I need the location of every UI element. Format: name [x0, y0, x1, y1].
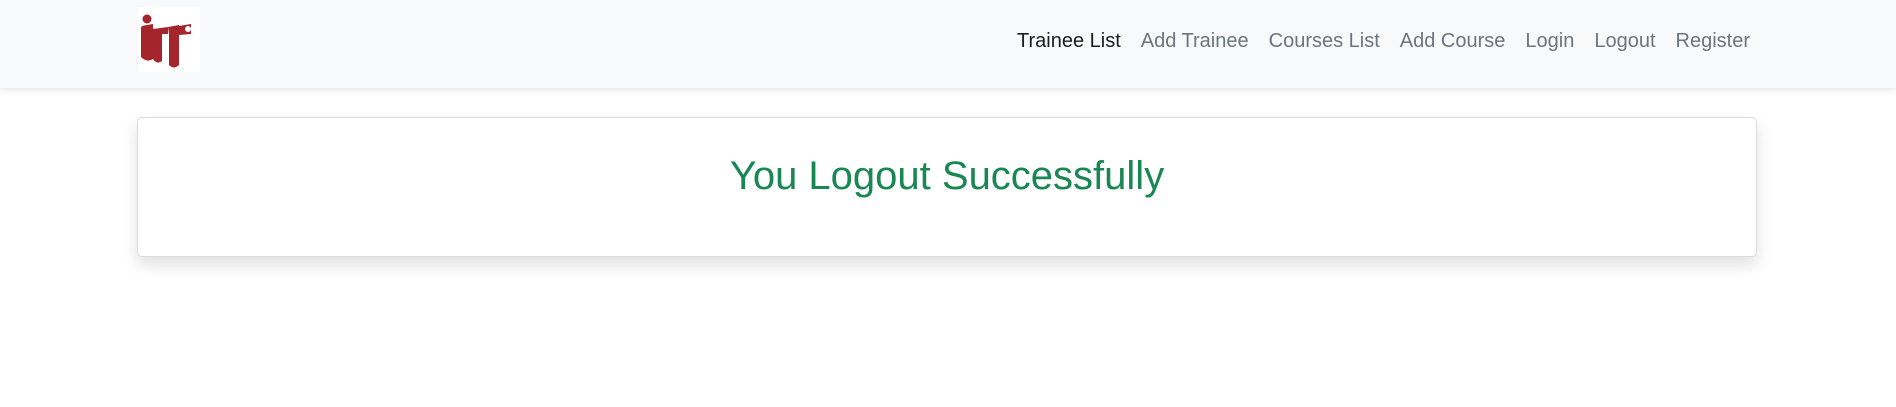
nav-links: Trainee List Add Trainee Courses List Ad…: [1007, 0, 1760, 82]
nav-link-courses-list[interactable]: Courses List: [1259, 30, 1390, 53]
logout-success-message: You Logout Successfully: [729, 154, 1165, 198]
message-card: You Logout Successfully: [137, 117, 1757, 257]
nav-link-add-course[interactable]: Add Course: [1390, 30, 1516, 53]
nav-link-register[interactable]: Register: [1666, 30, 1760, 53]
nav-link-trainee-list[interactable]: Trainee List: [1007, 30, 1131, 53]
nav-link-logout[interactable]: Logout: [1584, 30, 1665, 53]
nav-link-login[interactable]: Login: [1515, 30, 1584, 53]
navbar: Trainee List Add Trainee Courses List Ad…: [0, 0, 1896, 88]
iti-logo-icon: [141, 14, 191, 68]
nav-link-add-trainee[interactable]: Add Trainee: [1131, 30, 1259, 53]
brand-logo[interactable]: [138, 7, 200, 72]
